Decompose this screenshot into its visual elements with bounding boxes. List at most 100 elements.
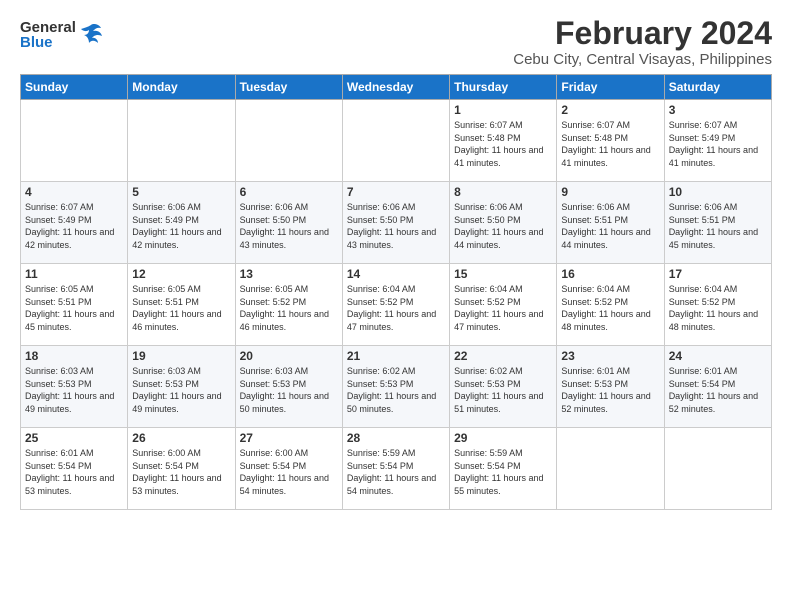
cell-info: Sunrise: 6:07 AM Sunset: 5:49 PM Dayligh… [669, 119, 767, 169]
calendar-week-4: 25 Sunrise: 6:01 AM Sunset: 5:54 PM Dayli… [21, 428, 772, 510]
calendar-week-1: 4Sunrise: 6:07 AM Sunset: 5:49 PM Daylig… [21, 182, 772, 264]
day-number: 3 [669, 103, 767, 117]
day-number: 6 [240, 185, 338, 199]
calendar-cell: 12 Sunrise: 6:05 AM Sunset: 5:51 PM Dayli… [128, 264, 235, 346]
calendar-cell: 28 Sunrise: 5:59 AM Sunset: 5:54 PM Dayli… [342, 428, 449, 510]
day-number: 20 [240, 349, 338, 363]
day-number: 26 [132, 431, 230, 445]
calendar-cell: 21 Sunrise: 6:02 AM Sunset: 5:53 PM Dayli… [342, 346, 449, 428]
title-area: February 2024 Cebu City, Central Visayas… [513, 16, 772, 68]
cell-info: Sunrise: 6:06 AM Sunset: 5:51 PM Dayligh… [561, 201, 659, 251]
day-number: 24 [669, 349, 767, 363]
calendar-cell: 6Sunrise: 6:06 AM Sunset: 5:50 PM Daylig… [235, 182, 342, 264]
header-cell-tuesday: Tuesday [235, 75, 342, 100]
calendar-cell: 10 Sunrise: 6:06 AM Sunset: 5:51 PM Dayli… [664, 182, 771, 264]
calendar-cell [342, 100, 449, 182]
cell-info: Sunrise: 6:00 AM Sunset: 5:54 PM Dayligh… [240, 447, 338, 497]
calendar-week-2: 11 Sunrise: 6:05 AM Sunset: 5:51 PM Dayli… [21, 264, 772, 346]
day-number: 28 [347, 431, 445, 445]
calendar-cell: 3 Sunrise: 6:07 AM Sunset: 5:49 PM Daylig… [664, 100, 771, 182]
cell-info: Sunrise: 5:59 AM Sunset: 5:54 PM Dayligh… [454, 447, 552, 497]
header-cell-sunday: Sunday [21, 75, 128, 100]
calendar-cell: 11 Sunrise: 6:05 AM Sunset: 5:51 PM Dayli… [21, 264, 128, 346]
header-cell-wednesday: Wednesday [342, 75, 449, 100]
cell-info: Sunrise: 6:05 AM Sunset: 5:51 PM Dayligh… [132, 283, 230, 333]
calendar-cell: 9Sunrise: 6:06 AM Sunset: 5:51 PM Daylig… [557, 182, 664, 264]
calendar-cell: 2 Sunrise: 6:07 AM Sunset: 5:48 PM Daylig… [557, 100, 664, 182]
header-cell-saturday: Saturday [664, 75, 771, 100]
calendar-cell: 16Sunrise: 6:04 AM Sunset: 5:52 PM Dayli… [557, 264, 664, 346]
calendar-cell: 18 Sunrise: 6:03 AM Sunset: 5:53 PM Dayli… [21, 346, 128, 428]
cell-info: Sunrise: 6:07 AM Sunset: 5:49 PM Dayligh… [25, 201, 123, 251]
calendar-cell: 23 Sunrise: 6:01 AM Sunset: 5:53 PM Dayli… [557, 346, 664, 428]
calendar-cell: 7 Sunrise: 6:06 AM Sunset: 5:50 PM Daylig… [342, 182, 449, 264]
calendar-cell: 17 Sunrise: 6:04 AM Sunset: 5:52 PM Dayli… [664, 264, 771, 346]
calendar-cell: 19 Sunrise: 6:03 AM Sunset: 5:53 PM Dayli… [128, 346, 235, 428]
calendar-cell [557, 428, 664, 510]
calendar-table: SundayMondayTuesdayWednesdayThursdayFrid… [20, 74, 772, 510]
calendar-cell [235, 100, 342, 182]
day-number: 2 [561, 103, 659, 117]
cell-info: Sunrise: 6:05 AM Sunset: 5:52 PM Dayligh… [240, 283, 338, 333]
cell-info: Sunrise: 6:03 AM Sunset: 5:53 PM Dayligh… [240, 365, 338, 415]
day-number: 15 [454, 267, 552, 281]
calendar-cell: 24 Sunrise: 6:01 AM Sunset: 5:54 PM Dayli… [664, 346, 771, 428]
calendar-cell: 26 Sunrise: 6:00 AM Sunset: 5:54 PM Dayli… [128, 428, 235, 510]
calendar-cell [21, 100, 128, 182]
calendar-cell: 4Sunrise: 6:07 AM Sunset: 5:49 PM Daylig… [21, 182, 128, 264]
calendar-cell: 1Sunrise: 6:07 AM Sunset: 5:48 PM Daylig… [450, 100, 557, 182]
calendar-cell: 29 Sunrise: 5:59 AM Sunset: 5:54 PM Dayli… [450, 428, 557, 510]
day-number: 22 [454, 349, 552, 363]
day-number: 19 [132, 349, 230, 363]
calendar-cell [128, 100, 235, 182]
day-number: 29 [454, 431, 552, 445]
day-number: 7 [347, 185, 445, 199]
calendar-cell [664, 428, 771, 510]
cell-info: Sunrise: 6:06 AM Sunset: 5:50 PM Dayligh… [347, 201, 445, 251]
day-number: 16 [561, 267, 659, 281]
cell-info: Sunrise: 6:02 AM Sunset: 5:53 PM Dayligh… [347, 365, 445, 415]
cell-info: Sunrise: 6:02 AM Sunset: 5:53 PM Dayligh… [454, 365, 552, 415]
calendar-cell: 5Sunrise: 6:06 AM Sunset: 5:49 PM Daylig… [128, 182, 235, 264]
calendar-body: 1Sunrise: 6:07 AM Sunset: 5:48 PM Daylig… [21, 100, 772, 510]
cell-info: Sunrise: 6:01 AM Sunset: 5:54 PM Dayligh… [25, 447, 123, 497]
logo: General Blue [20, 20, 103, 50]
day-number: 25 [25, 431, 123, 445]
logo-general-text: General [20, 20, 76, 35]
cell-info: Sunrise: 6:06 AM Sunset: 5:51 PM Dayligh… [669, 201, 767, 251]
cell-info: Sunrise: 5:59 AM Sunset: 5:54 PM Dayligh… [347, 447, 445, 497]
logo-bird-icon [79, 23, 103, 50]
day-number: 8 [454, 185, 552, 199]
cell-info: Sunrise: 6:03 AM Sunset: 5:53 PM Dayligh… [25, 365, 123, 415]
calendar-cell: 8 Sunrise: 6:06 AM Sunset: 5:50 PM Daylig… [450, 182, 557, 264]
day-number: 5 [132, 185, 230, 199]
day-number: 14 [347, 267, 445, 281]
day-number: 17 [669, 267, 767, 281]
day-number: 21 [347, 349, 445, 363]
day-number: 11 [25, 267, 123, 281]
day-number: 23 [561, 349, 659, 363]
cell-info: Sunrise: 6:07 AM Sunset: 5:48 PM Dayligh… [454, 119, 552, 169]
calendar-week-0: 1Sunrise: 6:07 AM Sunset: 5:48 PM Daylig… [21, 100, 772, 182]
cell-info: Sunrise: 6:01 AM Sunset: 5:53 PM Dayligh… [561, 365, 659, 415]
calendar-cell: 20 Sunrise: 6:03 AM Sunset: 5:53 PM Dayli… [235, 346, 342, 428]
day-number: 10 [669, 185, 767, 199]
day-number: 12 [132, 267, 230, 281]
cell-info: Sunrise: 6:03 AM Sunset: 5:53 PM Dayligh… [132, 365, 230, 415]
cell-info: Sunrise: 6:06 AM Sunset: 5:50 PM Dayligh… [454, 201, 552, 251]
day-number: 13 [240, 267, 338, 281]
calendar-header: SundayMondayTuesdayWednesdayThursdayFrid… [21, 75, 772, 100]
cell-info: Sunrise: 6:05 AM Sunset: 5:51 PM Dayligh… [25, 283, 123, 333]
header: General Blue February 2024 Cebu City, Ce… [20, 16, 772, 68]
cell-info: Sunrise: 6:04 AM Sunset: 5:52 PM Dayligh… [669, 283, 767, 333]
header-cell-thursday: Thursday [450, 75, 557, 100]
cell-info: Sunrise: 6:07 AM Sunset: 5:48 PM Dayligh… [561, 119, 659, 169]
cell-info: Sunrise: 6:04 AM Sunset: 5:52 PM Dayligh… [347, 283, 445, 333]
calendar-cell: 27Sunrise: 6:00 AM Sunset: 5:54 PM Dayli… [235, 428, 342, 510]
cell-info: Sunrise: 6:00 AM Sunset: 5:54 PM Dayligh… [132, 447, 230, 497]
cell-info: Sunrise: 6:01 AM Sunset: 5:54 PM Dayligh… [669, 365, 767, 415]
calendar-cell: 14 Sunrise: 6:04 AM Sunset: 5:52 PM Dayli… [342, 264, 449, 346]
day-number: 18 [25, 349, 123, 363]
header-cell-friday: Friday [557, 75, 664, 100]
logo-blue-text: Blue [20, 35, 76, 50]
